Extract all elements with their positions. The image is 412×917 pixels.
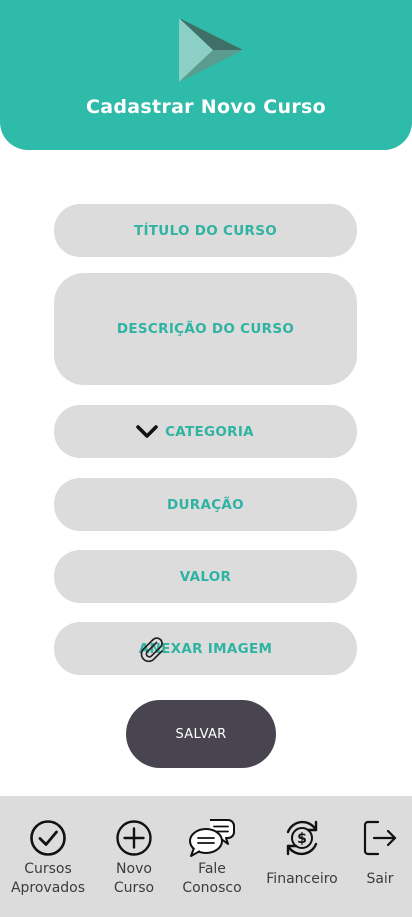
svg-text:$: $ [297, 831, 307, 847]
nav-label-line1: Novo [116, 861, 152, 877]
save-button-label: SALVAR [175, 726, 227, 742]
plus-circle-icon [116, 820, 152, 856]
play-triangle-logo-icon [179, 18, 243, 82]
category-label: CATEGORIA [165, 423, 254, 440]
header: Cadastrar Novo Curso [0, 0, 412, 150]
value-field[interactable]: VALOR [54, 550, 357, 603]
duration-field[interactable]: DURAÇÃO [54, 478, 357, 531]
chevron-down-icon [136, 425, 158, 438]
page: Cadastrar Novo Curso TÍTULO DO CURSO DES… [0, 0, 412, 917]
check-circle-icon [30, 820, 66, 856]
nav-label-line1: Cursos [24, 861, 72, 877]
nav-label-line2: Curso [113, 880, 155, 896]
paperclip-icon [140, 637, 163, 663]
nav-fale-conosco[interactable]: Fale Conosco [177, 796, 247, 917]
nav-novo-curso[interactable]: Novo Curso [100, 796, 168, 917]
value-placeholder: VALOR [179, 568, 232, 585]
nav-label-line1: Fale [198, 861, 226, 877]
duration-placeholder: DURAÇÃO [167, 496, 244, 513]
nav-label-line1: Sair [366, 871, 394, 887]
nav-cursos-aprovados[interactable]: Cursos Aprovados [6, 796, 90, 917]
nav-financeiro[interactable]: $ Financeiro [258, 796, 346, 917]
chat-bubbles-icon [189, 819, 235, 857]
nav-label-line2: Aprovados [10, 880, 86, 896]
page-title: Cadastrar Novo Curso [86, 96, 326, 118]
save-button[interactable]: SALVAR [126, 700, 276, 768]
bottom-nav: Cursos Aprovados Novo Curso Fale Conosco… [0, 796, 412, 917]
nav-sair[interactable]: Sair [352, 796, 408, 917]
course-description-placeholder: DESCRIÇÃO DO CURSO [116, 321, 295, 337]
dollar-refresh-icon: $ [286, 820, 318, 856]
course-title-field[interactable]: TÍTULO DO CURSO [54, 204, 357, 257]
nav-label-line2: Conosco [182, 880, 242, 896]
nav-label-line1: Financeiro [266, 871, 338, 887]
attach-image-button[interactable]: ANEXAR IMAGEM [54, 622, 357, 675]
logout-icon [363, 820, 397, 856]
category-select[interactable]: CATEGORIA [54, 405, 357, 458]
course-title-placeholder: TÍTULO DO CURSO [133, 222, 278, 239]
course-description-field[interactable]: DESCRIÇÃO DO CURSO [54, 273, 357, 385]
